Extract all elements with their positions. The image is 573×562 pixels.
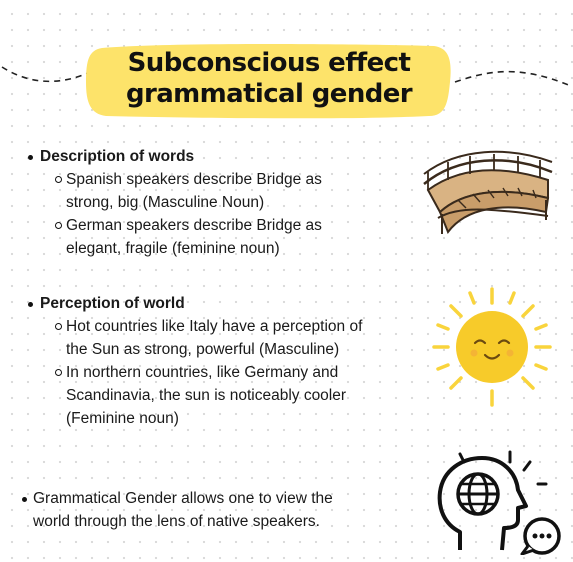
section-heading: Description of words — [28, 145, 322, 168]
list-item-line: In northern countries, like Germany and — [66, 364, 339, 381]
list-item: Hot countries like Italy have a percepti… — [28, 315, 362, 361]
list-item-line: Scandinavia, the sun is noticeably coole… — [66, 387, 347, 404]
list-item-line: German speakers describe Bridge as — [66, 217, 322, 234]
page-title: Subconscious effect grammatical gender — [84, 48, 454, 110]
list-item: Spanish speakers describe Bridge as stro… — [28, 168, 322, 214]
list-item-line: Spanish speakers describe Bridge as — [66, 171, 322, 188]
list-item: In northern countries, like Germany and … — [28, 361, 362, 430]
list-item-line: Hot countries like Italy have a percepti… — [66, 318, 363, 335]
note-line: world through the lens of native speaker… — [33, 513, 320, 530]
head-globe-chat-icon — [437, 450, 561, 555]
summary-note: Grammatical Gender allows one to view th… — [22, 487, 333, 533]
section-heading: Perception of world — [28, 292, 362, 315]
list-item-line: the Sun as strong, powerful (Masculine) — [66, 341, 340, 358]
list-item: German speakers describe Bridge as elega… — [28, 214, 322, 260]
sun-icon — [432, 287, 552, 407]
list-item-line: elegant, fragile (feminine noun) — [66, 240, 280, 257]
section-description-of-words: Description of words Spanish speakers de… — [28, 145, 322, 260]
bridge-icon — [423, 150, 553, 235]
title-line-2: grammatical gender — [126, 79, 413, 109]
list-item-line: (Feminine noun) — [66, 410, 179, 427]
title-line-1: Subconscious effect — [127, 48, 411, 78]
note-line: Grammatical Gender allows one to view th… — [33, 490, 333, 507]
list-item-line: strong, big (Masculine Noun) — [66, 194, 265, 211]
section-perception-of-world: Perception of world Hot countries like I… — [28, 292, 362, 430]
